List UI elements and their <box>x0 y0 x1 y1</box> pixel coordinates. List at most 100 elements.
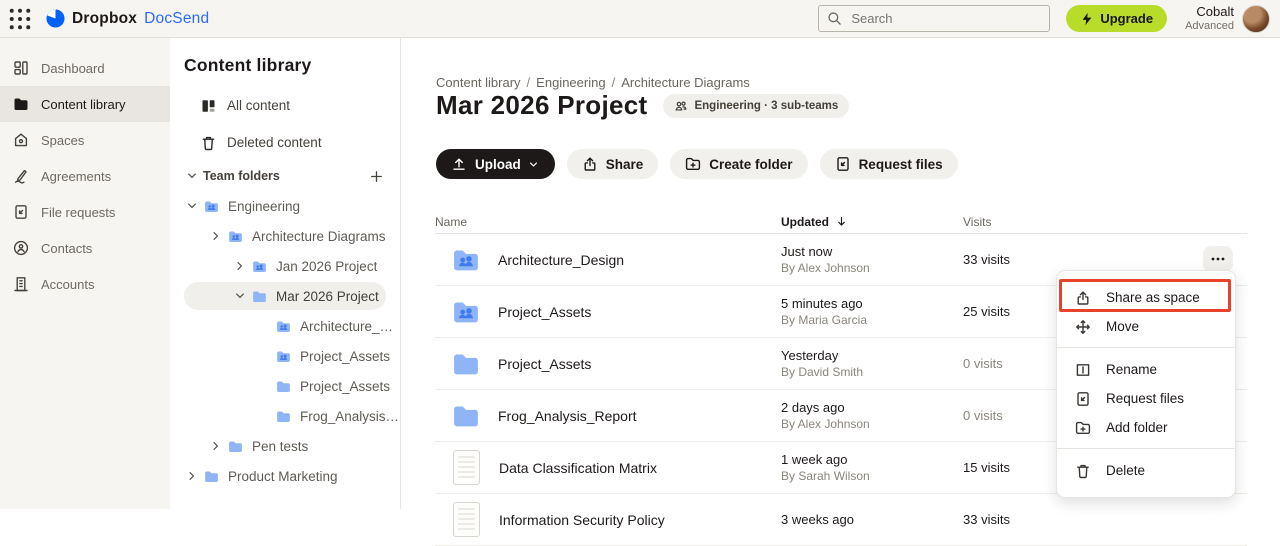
sidebar-item-spaces[interactable]: Spaces <box>0 122 170 158</box>
updated-by: By Alex Johnson <box>781 260 963 276</box>
team-badge[interactable]: Engineering · 3 sub-teams <box>663 94 849 118</box>
tree-item-project-assets[interactable]: Project_Assets <box>170 371 400 401</box>
tree-item-deleted-content[interactable]: Deleted content <box>170 124 400 161</box>
brand-logo[interactable]: Dropbox DocSend <box>46 9 209 28</box>
table-row[interactable]: Information Security Policy 3 weeks ago … <box>435 494 1247 546</box>
sidebar-item-dashboard[interactable]: Dashboard <box>0 50 170 86</box>
updated-by: By Alex Johnson <box>781 416 963 432</box>
request-files-button[interactable]: Request files <box>820 149 958 179</box>
menu-item-label: Add folder <box>1106 420 1168 435</box>
sidebar-item-accounts[interactable]: Accounts <box>0 266 170 302</box>
document-icon <box>453 502 480 537</box>
updated-by: By David Smith <box>781 364 963 380</box>
tree-item-label: Mar 2026 Project <box>276 289 379 304</box>
file-name[interactable]: Project_Assets <box>498 304 591 320</box>
tree-item-label: Engineering <box>228 199 300 214</box>
upload-button[interactable]: Upload <box>436 149 555 179</box>
column-visits[interactable]: Visits <box>963 215 1247 229</box>
all-content-icon <box>200 98 217 114</box>
file-name[interactable]: Data Classification Matrix <box>499 460 657 476</box>
tree-item-project-assets[interactable]: Project_Assets <box>170 341 400 371</box>
avatar[interactable] <box>1242 5 1270 33</box>
tree-item-frog-analysis[interactable]: Frog_Analysis_... <box>170 401 400 431</box>
folder-icon <box>251 289 268 304</box>
share-button[interactable]: Share <box>567 149 659 179</box>
sidebar-item-file-requests[interactable]: File requests <box>0 194 170 230</box>
chevron-right-icon <box>185 469 199 483</box>
tree-item-all-content[interactable]: All content <box>170 87 400 124</box>
ellipsis-icon <box>1210 251 1226 267</box>
sidebar-item-label: Agreements <box>41 169 111 184</box>
file-name[interactable]: Information Security Policy <box>499 512 665 528</box>
updated-cell: 2 days ago By Alex Johnson <box>781 399 963 433</box>
folder-icon <box>449 350 483 378</box>
file-name[interactable]: Project_Assets <box>498 356 591 372</box>
team-badge-label: Engineering · 3 sub-teams <box>694 100 838 112</box>
breadcrumb-item[interactable]: Content library <box>436 75 521 90</box>
visits-cell: 33 visits <box>963 512 1247 527</box>
menu-item-share-as-space[interactable]: Share as space <box>1057 283 1235 312</box>
file-name[interactable]: Frog_Analysis_Report <box>498 408 637 424</box>
button-label: Upload <box>475 157 521 172</box>
menu-item-label: Rename <box>1106 362 1157 377</box>
folder-shared-icon <box>275 319 292 334</box>
document-icon <box>453 450 480 485</box>
folder-icon <box>227 439 244 454</box>
sidebar-item-contacts[interactable]: Contacts <box>0 230 170 266</box>
breadcrumb-item[interactable]: Engineering <box>536 75 605 90</box>
folder-shared-icon <box>449 246 483 274</box>
file-name[interactable]: Architecture_Design <box>498 252 624 268</box>
tree-item-architecture-diagrams[interactable]: Architecture Diagrams <box>170 221 400 251</box>
chevron-down-icon <box>185 199 199 213</box>
menu-item-rename[interactable]: Rename <box>1057 355 1235 384</box>
search-input[interactable] <box>849 10 1003 27</box>
tree-item-architecture-d[interactable]: Architecture_D... <box>170 311 400 341</box>
tree-item-pen-tests[interactable]: Pen tests <box>170 431 400 461</box>
menu-item-delete[interactable]: Delete <box>1057 456 1235 485</box>
apps-grid-icon[interactable] <box>9 8 31 30</box>
delete-icon <box>1075 463 1091 479</box>
sidebar-item-agreements[interactable]: Agreements <box>0 158 170 194</box>
menu-item-label: Request files <box>1106 391 1184 406</box>
column-name[interactable]: Name <box>435 215 781 229</box>
tree-item-product-marketing[interactable]: Product Marketing <box>170 461 400 491</box>
upgrade-button[interactable]: Upgrade <box>1066 5 1167 32</box>
updated-time: Just now <box>781 243 963 261</box>
chevron-right-icon <box>209 439 223 453</box>
folder-shared-icon <box>227 229 244 244</box>
button-label: Request files <box>859 157 943 172</box>
row-more-button[interactable] <box>1203 246 1233 272</box>
panel-title: Content library <box>170 55 400 76</box>
chevron-right-icon <box>209 229 223 243</box>
main-area: Content library/Engineering/Architecture… <box>400 37 1280 509</box>
tree-item-mar-2026-project[interactable]: Mar 2026 Project <box>170 281 400 311</box>
folder-icon <box>203 469 220 484</box>
file-requests-icon <box>13 204 29 220</box>
updated-time: Yesterday <box>781 347 963 365</box>
updated-cell: Yesterday By David Smith <box>781 347 963 381</box>
column-updated[interactable]: Updated <box>781 215 963 229</box>
menu-item-add-folder[interactable]: Add folder <box>1057 413 1235 442</box>
tree-item-team-folders[interactable]: Team folders <box>170 161 400 191</box>
menu-item-request-files[interactable]: Request files <box>1057 384 1235 413</box>
sidebar-item-label: File requests <box>41 205 115 220</box>
breadcrumb: Content library/Engineering/Architecture… <box>436 75 750 90</box>
tree-item-engineering[interactable]: Engineering <box>170 191 400 221</box>
actions-toolbar: Upload Share Create folder Request files <box>436 149 958 179</box>
sidebar-item-content-library[interactable]: Content library <box>0 86 170 122</box>
breadcrumb-item[interactable]: Architecture Diagrams <box>621 75 750 90</box>
updated-cell: 3 weeks ago <box>781 511 963 529</box>
menu-item-move[interactable]: Move <box>1057 312 1235 341</box>
deleted-content-icon <box>200 135 217 151</box>
tree-item-label: Pen tests <box>252 439 308 454</box>
add-team-folder-button[interactable] <box>369 169 384 184</box>
content-library-icon <box>13 96 29 112</box>
menu-item-label: Delete <box>1106 463 1145 478</box>
tree-item-jan-2026-project[interactable]: Jan 2026 Project <box>170 251 400 281</box>
contacts-icon <box>13 240 29 256</box>
search-box[interactable] <box>818 5 1050 32</box>
tree-item-label: Architecture Diagrams <box>252 229 386 244</box>
bolt-icon <box>1080 12 1094 26</box>
button-label: Share <box>606 157 644 172</box>
create-folder-button[interactable]: Create folder <box>670 149 807 179</box>
